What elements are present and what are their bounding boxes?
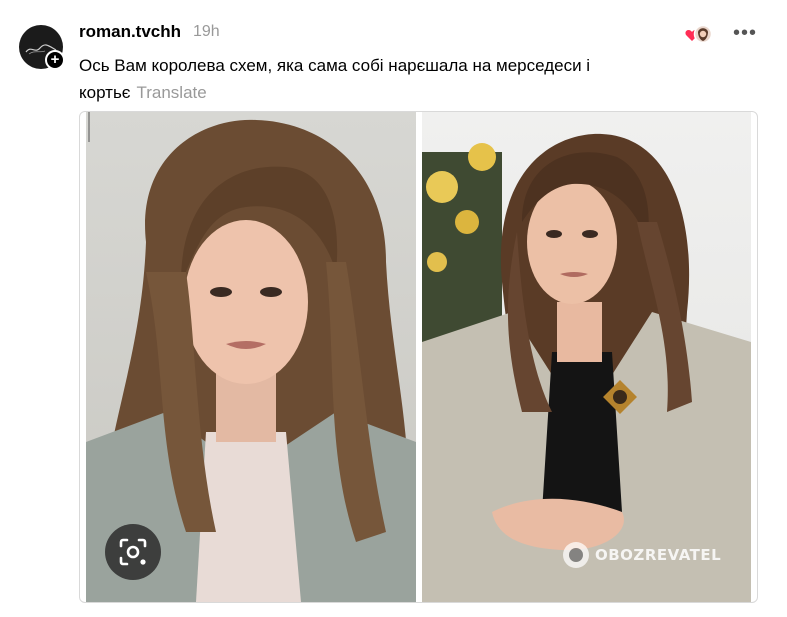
visual-search-icon[interactable]	[105, 524, 161, 580]
username[interactable]: roman.tvchh	[79, 22, 181, 42]
post-image[interactable]: OBOZREVATEL	[79, 111, 758, 603]
post-text: Ось Вам королева схем, яка сама собі нар…	[79, 52, 679, 106]
plus-icon[interactable]: +	[45, 50, 65, 70]
heart-reaction-icon[interactable]	[684, 24, 714, 44]
photo-credit	[88, 112, 90, 142]
photo-right	[422, 112, 751, 602]
translate-link[interactable]: Translate	[136, 83, 206, 102]
timestamp[interactable]: 19h	[193, 23, 220, 41]
watermark: OBOZREVATEL	[563, 540, 721, 570]
more-options-icon[interactable]: •••	[733, 22, 757, 45]
watermark-text: OBOZREVATEL	[595, 546, 722, 564]
watermark-logo-icon	[563, 542, 589, 568]
